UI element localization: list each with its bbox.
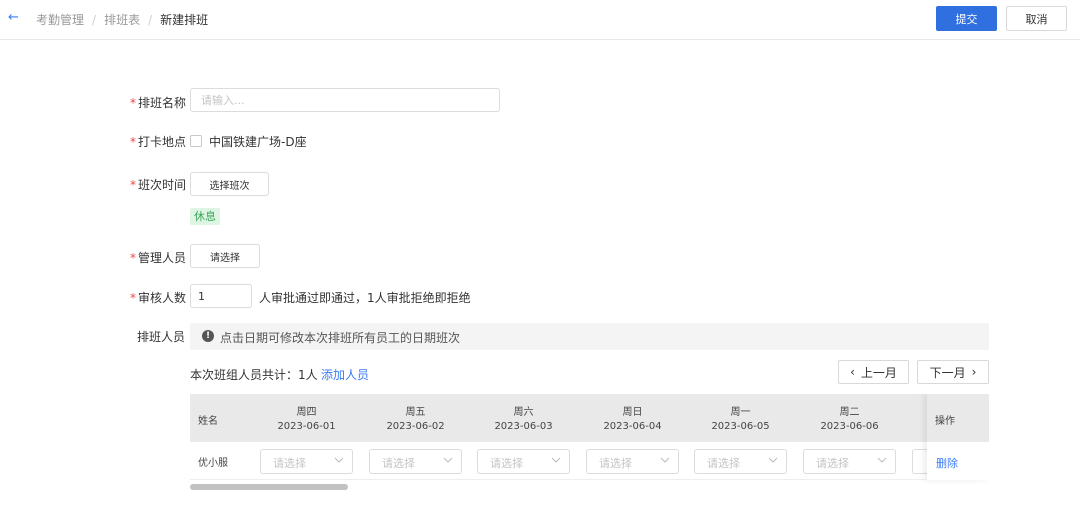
shift-time-label: * 班次时间 (130, 178, 187, 192)
column-header-action: 操作 (927, 394, 989, 442)
shift-select[interactable]: 请选择 (803, 449, 896, 474)
staff-label: 排班人员 (137, 330, 186, 344)
chevron-down-icon (334, 457, 344, 463)
chevron-down-icon (768, 457, 778, 463)
schedule-table: 姓名 周四 2023-06-01 周五 2023-06-02 周六 2023-06-0… (190, 394, 989, 494)
table-row: 优小服 请选择 请选择 请选择 请选择 请选择 请选择 (190, 442, 989, 480)
breadcrumb-separator: / (148, 12, 153, 27)
cancel-button[interactable]: 取消 (1006, 6, 1067, 31)
breadcrumb-item-schedule[interactable]: 排班表 (104, 11, 140, 28)
shift-select[interactable]: 请选择 (369, 449, 462, 474)
shift-select[interactable]: 请选择 (477, 449, 570, 474)
chevron-down-icon (660, 457, 670, 463)
column-header-day[interactable]: 周六 2023-06-03 (477, 394, 570, 442)
shift-select[interactable]: 请选择 (260, 449, 353, 474)
schedule-name-label: * 排班名称 (130, 96, 187, 110)
prev-month-button[interactable]: ‹ 上一月 (838, 360, 909, 384)
top-bar: ← 考勤管理 / 排班表 / 新建排班 提交 取消 (0, 0, 1080, 40)
notice-bar: ! 点击日期可修改本次排班所有员工的日期班次 (190, 323, 989, 350)
chevron-down-icon (551, 457, 561, 463)
rest-tag: 休息 (190, 208, 220, 225)
chevron-right-icon: › (971, 365, 977, 379)
reviewers-rule-text: 人审批通过即通过，1人审批拒绝即拒绝 (259, 291, 471, 305)
next-month-button[interactable]: 下一月 › (917, 360, 989, 384)
column-header-day[interactable]: 周二 2023-06-06 (803, 394, 896, 442)
breadcrumb-separator: / (92, 12, 97, 27)
select-manager-button[interactable]: 请选择 (190, 244, 260, 268)
breadcrumb-item-current: 新建排班 (160, 13, 209, 27)
shift-select[interactable]: 请选择 (586, 449, 679, 474)
action-column: 操作 删除 (927, 394, 989, 480)
chevron-down-icon (877, 457, 887, 463)
schedule-name-input[interactable] (190, 88, 500, 112)
notice-text: 点击日期可修改本次排班所有员工的日期班次 (220, 331, 461, 345)
location-label: * 打卡地点 (130, 135, 187, 149)
manager-label: * 管理人员 (130, 251, 187, 265)
add-staff-link[interactable]: 添加人员 (321, 366, 369, 383)
staff-name: 优小服 (198, 458, 228, 469)
horizontal-scrollbar[interactable] (190, 484, 348, 490)
reviewers-count-input[interactable] (190, 284, 252, 308)
column-header-name: 姓名 (198, 416, 218, 427)
breadcrumb: 考勤管理 / 排班表 / 新建排班 (36, 11, 208, 28)
info-icon: ! (202, 330, 214, 342)
chevron-down-icon (443, 457, 453, 463)
submit-button[interactable]: 提交 (936, 6, 997, 31)
column-header-day[interactable]: 周四 2023-06-01 (260, 394, 353, 442)
table-header: 姓名 周四 2023-06-01 周五 2023-06-02 周六 2023-06-0… (190, 394, 989, 442)
column-header-day[interactable]: 周日 2023-06-04 (586, 394, 679, 442)
location-option-label: 中国铁建广场-D座 (209, 135, 307, 149)
column-header-day[interactable]: 周五 2023-06-02 (369, 394, 462, 442)
column-header-day[interactable]: 周一 2023-06-05 (694, 394, 787, 442)
delete-link[interactable]: 删除 (936, 455, 958, 471)
select-shift-button[interactable]: 选择班次 (190, 172, 269, 196)
chevron-left-icon: ‹ (850, 365, 855, 379)
arrow-left-icon[interactable]: ← (8, 10, 24, 26)
reviewers-label: * 审核人数 (130, 291, 187, 305)
location-checkbox[interactable] (190, 135, 202, 147)
breadcrumb-item-attendance[interactable]: 考勤管理 (36, 11, 84, 28)
shift-select[interactable]: 请选择 (694, 449, 787, 474)
staff-count-text: 本次班组人员共计：1人 (190, 368, 318, 382)
